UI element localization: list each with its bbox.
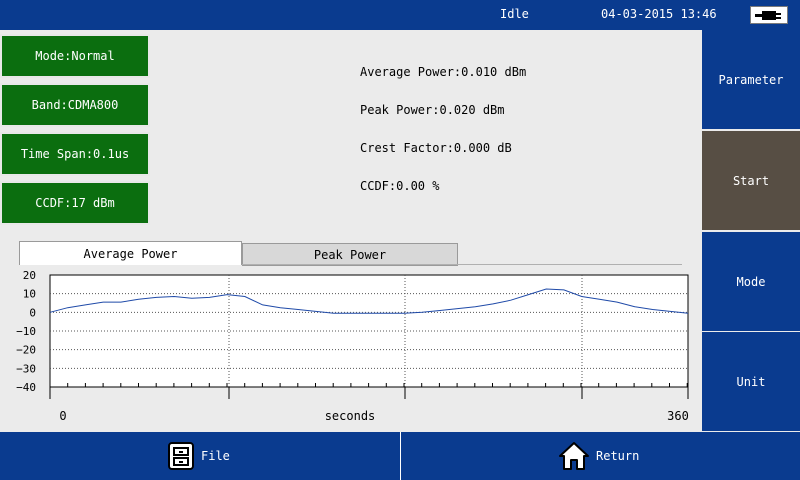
file-button[interactable]: File — [167, 432, 230, 480]
band-setting[interactable]: Band:CDMA800 — [0, 83, 150, 127]
start-button[interactable]: Start — [702, 131, 800, 230]
y-tick-label: 10 — [23, 288, 36, 301]
mode-setting[interactable]: Mode:Normal — [0, 34, 150, 78]
average-power-readout: Average Power:0.010 dBm — [360, 65, 527, 79]
x-tick-label: 0 — [59, 409, 66, 423]
file-label: File — [201, 449, 230, 463]
y-tick-label: 20 — [23, 270, 36, 282]
file-cabinet-icon — [168, 442, 194, 470]
y-tick-label: −20 — [16, 344, 36, 357]
crest-factor-readout: Crest Factor:0.000 dB — [360, 141, 512, 155]
status-text: Idle — [500, 7, 529, 21]
status-bar: Idle 04-03-2015 13:46 — [0, 0, 800, 30]
ccdf-setting[interactable]: CCDF:17 dBm — [0, 181, 150, 225]
x-tick-label: 360 — [667, 409, 689, 423]
bottom-bar: File Return — [0, 432, 800, 480]
return-button[interactable]: Return — [558, 432, 639, 480]
tab-peak-power[interactable]: Peak Power — [242, 243, 458, 266]
parameter-button[interactable]: Parameter — [702, 30, 800, 129]
unit-button[interactable]: Unit — [702, 332, 800, 431]
peak-power-readout: Peak Power:0.020 dBm — [360, 103, 505, 117]
power-chart: 20 10 0 −10 −20 −30 −40 0 360 seconds — [16, 270, 689, 423]
y-tick-label: −40 — [16, 381, 36, 394]
y-tick-label: −30 — [16, 362, 36, 375]
bottom-divider — [400, 432, 401, 480]
time-span-setting[interactable]: Time Span:0.1us — [0, 132, 150, 176]
plug-battery-icon — [750, 6, 788, 24]
return-label: Return — [596, 449, 640, 463]
tab-divider — [242, 264, 682, 265]
x-axis-label: seconds — [325, 409, 376, 423]
mode-button[interactable]: Mode — [702, 232, 800, 331]
y-tick-label: 0 — [29, 306, 36, 319]
y-tick-label: −10 — [16, 325, 36, 338]
ccdf-readout: CCDF:0.00 % — [360, 179, 440, 193]
datetime: 04-03-2015 13:46 — [601, 7, 717, 21]
tab-average-power[interactable]: Average Power — [19, 241, 242, 265]
home-icon — [559, 442, 589, 470]
